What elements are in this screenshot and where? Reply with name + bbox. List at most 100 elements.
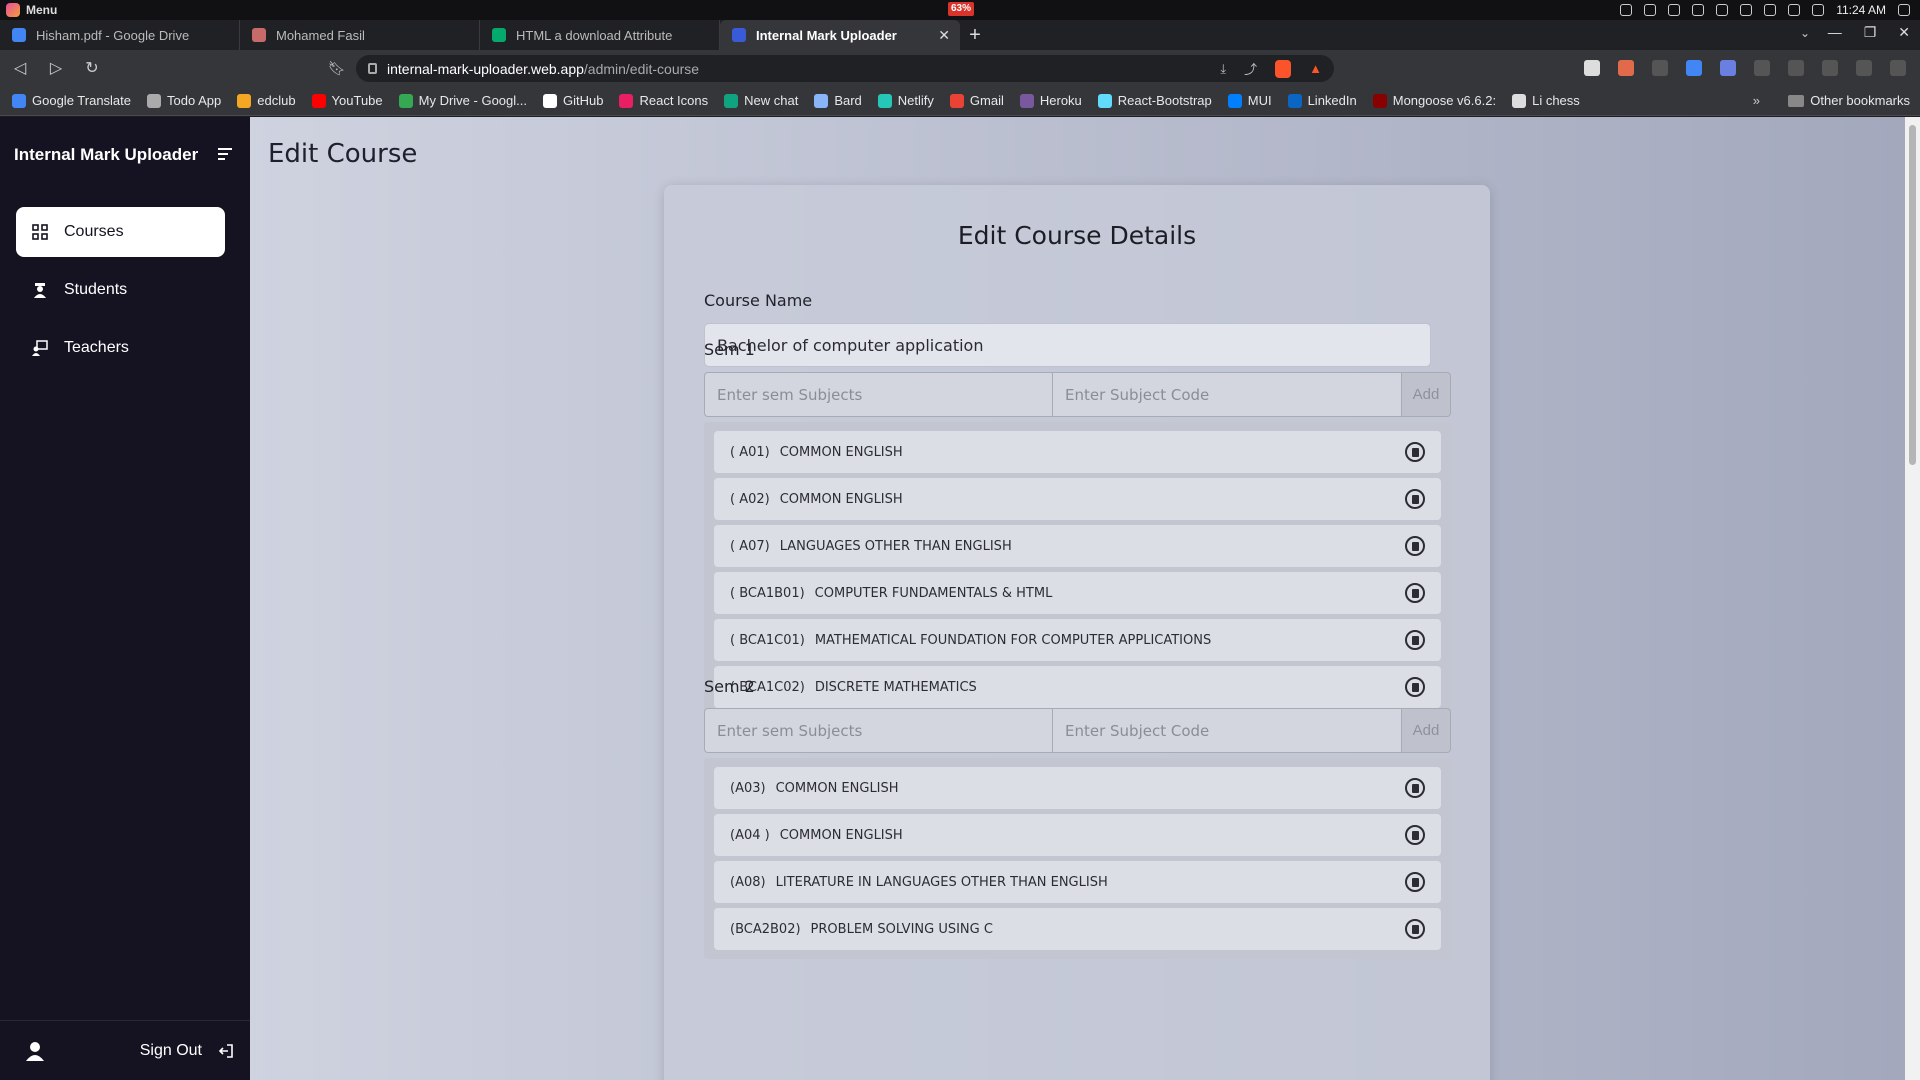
wallet-icon[interactable] <box>1856 60 1872 76</box>
sign-out-button[interactable]: Sign Out <box>0 1020 250 1080</box>
clock[interactable]: 11:24 AM <box>1836 3 1886 17</box>
bookmark-item[interactable]: React-Bootstrap <box>1097 93 1212 108</box>
delete-subject-icon[interactable] <box>1405 778 1425 798</box>
subject-item: (A08) LITERATURE IN LANGUAGES OTHER THAN … <box>714 861 1441 903</box>
bookmark-item[interactable]: Li chess <box>1512 93 1580 108</box>
puzzle-icon[interactable] <box>1754 60 1770 76</box>
extension-link-icon[interactable] <box>1720 60 1736 76</box>
lock-icon[interactable] <box>368 63 377 74</box>
bookmark-item[interactable]: Todo App <box>147 93 221 108</box>
sidebar-icon[interactable] <box>1822 60 1838 76</box>
subject-item: ( BCA1B01) COMPUTER FUNDAMENTALS & HTML <box>714 572 1441 614</box>
download-icon[interactable] <box>1788 60 1804 76</box>
clipboard-icon[interactable] <box>1716 4 1729 16</box>
subject-code-input[interactable]: Enter Subject Code <box>1053 708 1402 753</box>
bookmark-favicon-icon <box>814 93 829 108</box>
shield-icon[interactable] <box>1740 4 1753 16</box>
bookmark-item[interactable]: Google Translate <box>12 93 131 108</box>
sidebar-item-teachers[interactable]: Teachers <box>16 323 225 373</box>
reload-icon[interactable]: ↻ <box>84 58 100 78</box>
tab-internal-mark-uploader[interactable]: Internal Mark Uploader ✕ <box>720 20 960 50</box>
power-icon[interactable] <box>1898 4 1910 16</box>
add-subject-button[interactable]: Add <box>1402 708 1451 753</box>
os-menu-label: Menu <box>26 3 58 17</box>
delete-subject-icon[interactable] <box>1405 825 1425 845</box>
delete-subject-icon[interactable] <box>1405 536 1425 556</box>
menu-toggle-icon[interactable] <box>218 148 232 163</box>
bookmark-favicon-icon <box>12 93 26 108</box>
bookmark-item[interactable]: React Icons <box>619 93 708 108</box>
new-tab-button[interactable]: + <box>960 20 990 50</box>
bluetooth-icon[interactable] <box>1692 4 1705 16</box>
delete-subject-icon[interactable] <box>1405 583 1425 603</box>
other-bookmarks-label: Other bookmarks <box>1810 93 1910 108</box>
delete-subject-icon[interactable] <box>1405 630 1425 650</box>
url-text[interactable]: internal-mark-uploader.web.app/admin/edi… <box>387 61 699 77</box>
back-icon[interactable]: ◁ <box>12 58 28 78</box>
bookmark-item[interactable]: Netlify <box>877 93 934 108</box>
location-icon[interactable] <box>1668 4 1681 16</box>
tab-search-chevron-icon[interactable]: ⌄ <box>1800 26 1810 40</box>
bookmark-item[interactable]: Bard <box>814 93 862 108</box>
wifi-icon[interactable] <box>1812 4 1825 16</box>
clip-icon[interactable] <box>1644 4 1657 16</box>
course-name-input[interactable]: Bachelor of computer application <box>704 323 1431 367</box>
delete-subject-icon[interactable] <box>1405 872 1425 892</box>
bookmark-item[interactable]: YouTube <box>311 93 383 108</box>
delete-subject-icon[interactable] <box>1405 677 1425 697</box>
os-menu-button[interactable]: Menu <box>6 3 57 17</box>
brave-shield-icon[interactable] <box>1275 59 1292 78</box>
sidebar-item-courses[interactable]: Courses <box>16 207 225 257</box>
more-bookmarks-icon[interactable]: » <box>1753 93 1760 108</box>
volume-icon[interactable] <box>1788 4 1801 16</box>
bookmark-item[interactable]: New chat <box>724 93 798 108</box>
subject-list: (A03) COMMON ENGLISH (A04 ) COMMON ENGLISH(… <box>704 758 1451 959</box>
add-subject-button[interactable]: Add <box>1402 372 1451 417</box>
bookmark-item[interactable]: edclub <box>237 93 296 108</box>
delete-subject-icon[interactable] <box>1405 919 1425 939</box>
translate-extension-icon[interactable] <box>1686 60 1702 76</box>
drive-favicon-icon <box>12 28 26 42</box>
page-scrollbar[interactable] <box>1905 117 1920 1080</box>
browser-menu-icon[interactable] <box>1890 60 1906 76</box>
extension-b-icon[interactable] <box>1584 60 1600 76</box>
delete-subject-icon[interactable] <box>1405 442 1425 462</box>
student-icon <box>34 283 46 298</box>
brave-rewards-icon[interactable]: ▲ <box>1309 61 1322 76</box>
subject-code: ( BCA1C01) <box>730 632 805 648</box>
star-icon[interactable] <box>1764 4 1777 16</box>
subject-name-input[interactable]: Enter sem Subjects <box>704 708 1053 753</box>
other-bookmarks[interactable]: Other bookmarks <box>1788 93 1910 108</box>
address-bar[interactable]: internal-mark-uploader.web.app/admin/edi… <box>356 55 1334 82</box>
bookmark-item[interactable]: MUI <box>1227 93 1272 108</box>
maximize-icon[interactable]: ❐ <box>1864 24 1877 41</box>
close-tab-icon[interactable]: ✕ <box>938 27 950 44</box>
tab-html-download[interactable]: HTML a download Attribute <box>480 20 720 50</box>
bookmark-page-icon[interactable]: 🔖︎ <box>328 60 346 77</box>
extension-color-icon[interactable] <box>1618 60 1634 76</box>
logout-icon <box>218 1043 233 1058</box>
subject-code-input[interactable]: Enter Subject Code <box>1053 372 1402 417</box>
sidebar-item-students[interactable]: Students <box>16 265 225 315</box>
install-icon[interactable]: ⤓ <box>1220 61 1226 77</box>
share-icon[interactable]: ⤴ <box>1244 59 1257 78</box>
scrollbar-thumb[interactable] <box>1909 125 1916 465</box>
card-title: Edit Course Details <box>957 221 1197 250</box>
bookmark-item[interactable]: My Drive - Googl... <box>398 93 527 108</box>
subject-name: LANGUAGES OTHER THAN ENGLISH <box>779 538 1012 554</box>
minimize-icon[interactable]: — <box>1828 24 1842 41</box>
bookmark-item[interactable]: GitHub <box>543 93 603 108</box>
bookmark-item[interactable]: Mongoose v6.6.2: <box>1372 93 1496 108</box>
bookmark-item[interactable]: Heroku <box>1019 93 1082 108</box>
forward-icon[interactable]: ▷ <box>48 58 64 78</box>
cloud-icon[interactable] <box>1620 4 1633 16</box>
tab-mohamed-fasil[interactable]: Mohamed Fasil <box>240 20 480 50</box>
close-window-icon[interactable]: ✕ <box>1898 24 1910 41</box>
bookmark-item[interactable]: Gmail <box>949 93 1004 108</box>
delete-subject-icon[interactable] <box>1405 489 1425 509</box>
bookmark-item[interactable]: LinkedIn <box>1287 93 1357 108</box>
extension-dark-icon[interactable] <box>1652 60 1668 76</box>
tab-google-drive[interactable]: Hisham.pdf - Google Drive <box>0 20 240 50</box>
subject-name-input[interactable]: Enter sem Subjects <box>704 372 1053 417</box>
bookmark-favicon-icon <box>543 93 557 108</box>
